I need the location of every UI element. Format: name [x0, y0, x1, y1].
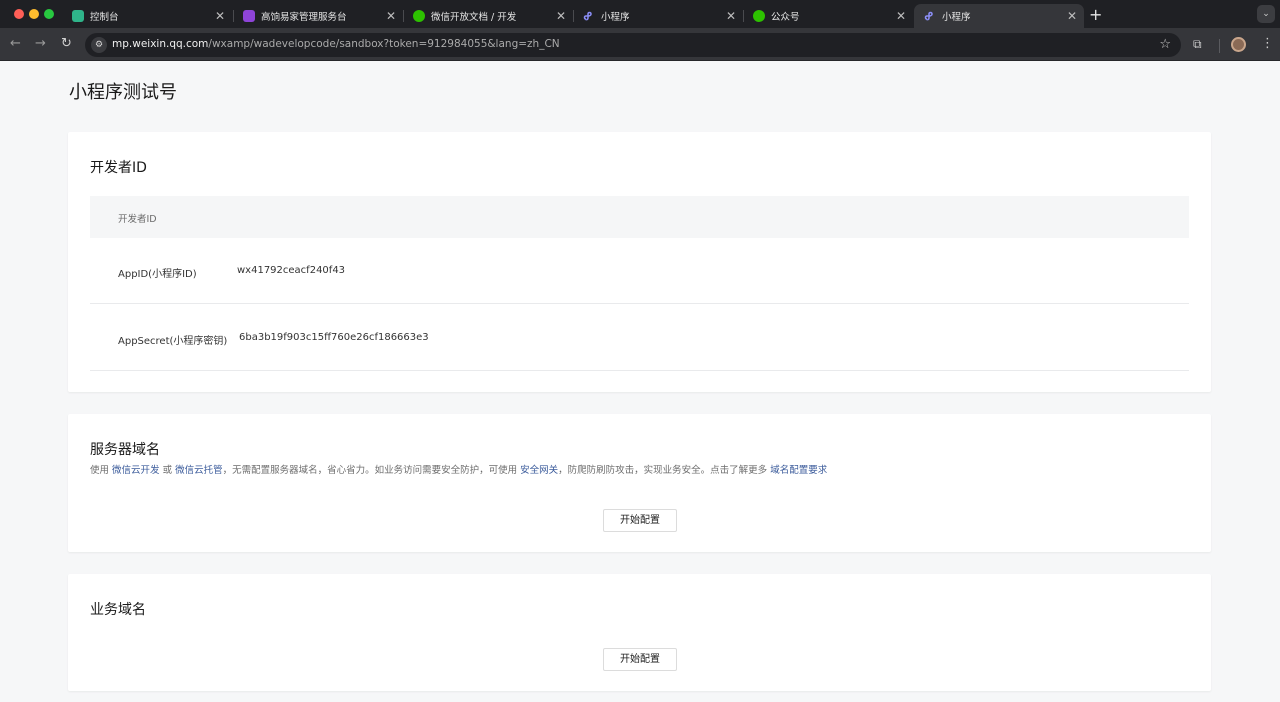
- url-path: /wxamp/wadevelopcode/sandbox?token=91298…: [208, 38, 560, 50]
- minimize-window-button[interactable]: [29, 9, 39, 19]
- browser-tab[interactable]: 控制台 ✕: [62, 4, 232, 28]
- site-info-icon[interactable]: ⚙: [91, 37, 107, 53]
- table-row: AppID(小程序ID) wx41792ceacf240f43: [90, 238, 1189, 304]
- browser-tab[interactable]: 小程序 ✕: [573, 4, 743, 28]
- close-window-button[interactable]: [14, 9, 24, 19]
- tab-title: 公众号: [771, 12, 800, 23]
- close-icon[interactable]: ✕: [553, 9, 569, 23]
- extensions-puzzle-icon[interactable]: ⧉: [1193, 37, 1202, 52]
- browser-tab[interactable]: 微信开放文档 / 开发 ✕: [403, 4, 573, 28]
- purple-square-icon: [243, 10, 255, 22]
- browser-toolbar: ← → ↻ ⚙ mp.weixin.qq.com/wxamp/wadevelop…: [0, 28, 1280, 61]
- desc-text: ，无需配置服务器域名，省心省力。如业务访问需要安全防护，可使用: [222, 465, 521, 476]
- miniprogram-icon: [583, 10, 595, 22]
- appsecret-label: AppSecret(小程序密钥): [118, 336, 228, 347]
- toolbar-divider: [1219, 39, 1220, 53]
- close-icon[interactable]: ✕: [1064, 9, 1080, 23]
- section-title: 业务域名: [90, 602, 146, 618]
- more-menu-icon[interactable]: ⋮: [1261, 36, 1274, 51]
- business-domain-start-config-button[interactable]: 开始配置: [603, 648, 677, 671]
- miniprogram-icon: [924, 10, 936, 22]
- url-host: mp.weixin.qq.com: [112, 38, 209, 50]
- browser-tab[interactable]: 公众号 ✕: [743, 4, 913, 28]
- server-domain-description: 使用 微信云开发 或 微信云托管，无需配置服务器域名，省心省力。如业务访问需要安…: [90, 462, 827, 476]
- table-header-label: 开发者ID: [118, 214, 157, 225]
- wechat-icon: [753, 10, 765, 22]
- desc-text: 使用: [90, 465, 113, 476]
- developer-id-card: 开发者ID 开发者ID AppID(小程序ID) wx41792ceacf240…: [68, 132, 1211, 392]
- wechat-cloud-hosting-link[interactable]: 微信云托管: [175, 465, 223, 476]
- appid-label: AppID(小程序ID): [118, 269, 197, 280]
- close-icon[interactable]: ✕: [723, 9, 739, 23]
- profile-avatar[interactable]: [1231, 37, 1246, 52]
- url-text[interactable]: mp.weixin.qq.com/wxamp/wadevelopcode/san…: [112, 38, 560, 50]
- close-icon[interactable]: ✕: [383, 9, 399, 23]
- address-bar[interactable]: ⚙ mp.weixin.qq.com/wxamp/wadevelopcode/s…: [85, 33, 1181, 57]
- tab-title: 微信开放文档 / 开发: [431, 12, 517, 23]
- new-tab-button[interactable]: +: [1089, 5, 1102, 24]
- server-domain-card: 服务器域名 使用 微信云开发 或 微信云托管，无需配置服务器域名，省心省力。如业…: [68, 414, 1211, 552]
- tab-title: 控制台: [90, 12, 119, 23]
- wechat-icon: [413, 10, 425, 22]
- security-gateway-link[interactable]: 安全网关: [520, 465, 558, 476]
- tab-search-chevron-icon[interactable]: ⌄: [1257, 5, 1275, 23]
- appid-value[interactable]: wx41792ceacf240f43: [237, 265, 345, 276]
- zoom-window-button[interactable]: [44, 9, 54, 19]
- page-title: 小程序测试号: [69, 82, 177, 103]
- domain-config-requirements-link[interactable]: 域名配置要求: [770, 465, 827, 476]
- bookmark-star-icon[interactable]: ☆: [1159, 37, 1171, 52]
- desc-text: ，防爬防刷防攻击，实现业务安全。点击了解更多: [558, 465, 771, 476]
- tab-title: 高饷易家管理服务台: [261, 12, 347, 23]
- shield-icon: [72, 10, 84, 22]
- page-content: 小程序测试号 开发者ID 开发者ID AppID(小程序ID) wx41792c…: [0, 62, 1280, 702]
- tab-title: 小程序: [942, 12, 971, 23]
- wechat-cloud-dev-link[interactable]: 微信云开发: [112, 465, 160, 476]
- back-arrow-icon[interactable]: ←: [10, 36, 21, 51]
- server-domain-start-config-button[interactable]: 开始配置: [603, 509, 677, 532]
- close-icon[interactable]: ✕: [212, 9, 228, 23]
- table-row: AppSecret(小程序密钥) 6ba3b19f903c15ff760e26c…: [90, 305, 1189, 371]
- browser-tab-strip: 控制台 ✕ 高饷易家管理服务台 ✕ 微信开放文档 / 开发 ✕ 小程序 ✕ 公众…: [0, 0, 1280, 28]
- desc-text: 或: [159, 465, 176, 476]
- browser-tab-active[interactable]: 小程序 ✕: [914, 4, 1084, 28]
- reload-icon[interactable]: ↻: [61, 36, 72, 51]
- forward-arrow-icon[interactable]: →: [35, 36, 46, 51]
- section-title: 服务器域名: [90, 442, 160, 458]
- table-header: 开发者ID: [90, 196, 1189, 238]
- business-domain-card: 业务域名 开始配置: [68, 574, 1211, 691]
- appsecret-value[interactable]: 6ba3b19f903c15ff760e26cf186663e3: [239, 332, 429, 343]
- tab-title: 小程序: [601, 12, 630, 23]
- browser-tab[interactable]: 高饷易家管理服务台 ✕: [233, 4, 403, 28]
- close-icon[interactable]: ✕: [893, 9, 909, 23]
- section-title: 开发者ID: [90, 160, 147, 176]
